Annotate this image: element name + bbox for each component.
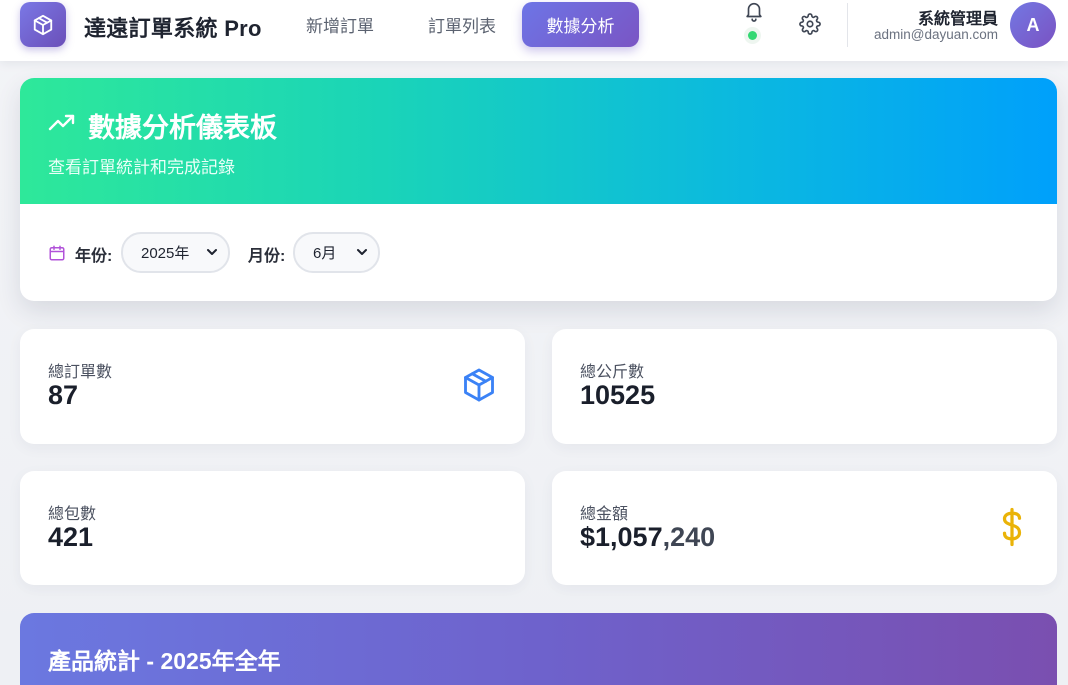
product-stats-card: 產品統計 - 2025年全年 [20,613,1057,685]
chevron-down-icon [357,249,367,255]
stat-card-total-kg: 總公斤數 10525 [552,329,1057,444]
user-email: admin@dayuan.com [873,27,998,42]
dashboard-banner: 數據分析儀表板 查看訂單統計和完成記錄 [20,78,1057,204]
nav-order-list[interactable]: 訂單列表 [410,2,514,47]
calendar-icon [49,245,65,261]
app-logo[interactable] [20,2,66,47]
stat-label: 總金額 [580,506,629,523]
top-navbar: 達遠訂單系統 Pro 新增訂單 訂單列表 數據分析 系統管理員 admin@da… [0,0,1068,61]
stat-card-total-orders: 總訂單數 87 [20,329,525,444]
bell-icon[interactable] [743,0,765,22]
gear-icon[interactable] [799,13,821,35]
filter-row: 年份: 2025年 月份: 6月 [20,204,1057,301]
month-select[interactable]: 6月 [293,232,380,273]
page-subtitle: 查看訂單統計和完成記錄 [48,158,235,177]
stat-card-total-packages: 總包數 421 [20,471,525,585]
user-name: 系統管理員 [917,11,998,28]
stat-value: 87 [48,380,79,410]
avatar[interactable]: A [1010,2,1056,48]
product-stats-title: 產品統計 - 2025年全年 [48,648,281,674]
stat-value-tail: ,240 [662,522,716,552]
page-title: 數據分析儀表板 [88,113,277,143]
stat-value-main: $1,057 [580,522,663,552]
cube-icon [33,14,53,35]
stat-value: 421 [48,522,94,552]
year-select[interactable]: 2025年 [121,232,230,273]
app-title: 達遠訂單系統 Pro [84,16,262,41]
navbar-divider [847,3,848,47]
nav-new-order[interactable]: 新增訂單 [288,2,392,47]
stat-label: 總包數 [48,506,97,523]
package-icon [464,368,494,402]
online-status-indicator [748,31,757,40]
year-select-value: 2025年 [141,245,190,262]
chevron-down-icon [207,249,217,255]
nav-analytics[interactable]: 數據分析 [522,2,639,47]
month-filter-label: 月份: [248,248,286,265]
dollar-icon [1002,507,1022,547]
trending-up-icon [48,114,75,131]
stat-label: 總訂單數 [48,364,113,381]
month-select-value: 6月 [313,245,337,262]
dashboard-header-card: 數據分析儀表板 查看訂單統計和完成記錄 年份: 2025年 月份: 6月 [20,78,1057,301]
stat-card-total-amount: 總金額 $1,057,240 [552,471,1057,585]
stat-value: $1,057,240 [580,522,715,553]
stat-label: 總公斤數 [580,364,645,381]
year-filter-label: 年份: [75,248,113,265]
stat-value: 10525 [580,380,656,410]
